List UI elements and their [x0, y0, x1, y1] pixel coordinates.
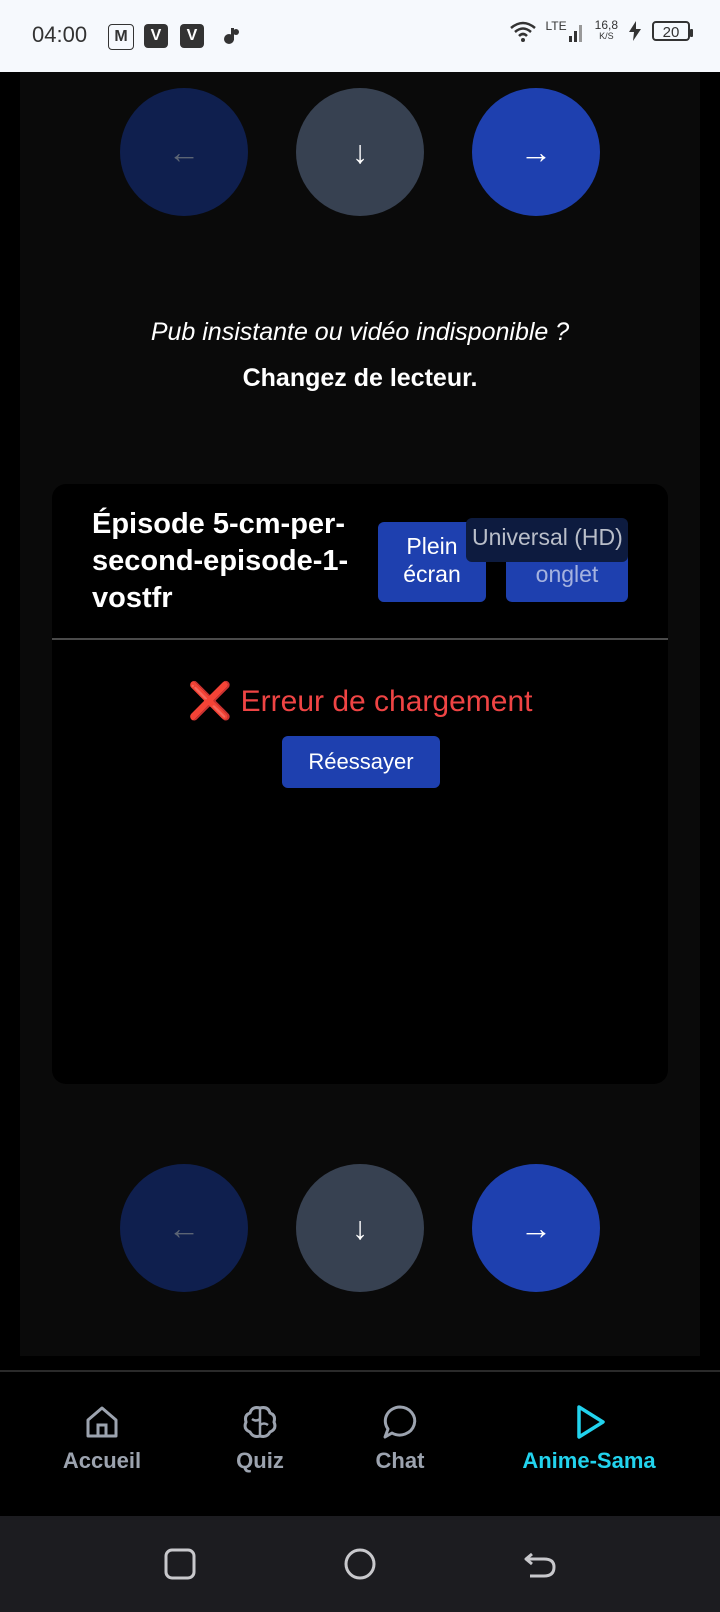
mail-notification-icon: M — [108, 24, 134, 50]
player-header: Épisode 5-cm-per-second-episode-1-vostfr… — [52, 484, 668, 640]
tab-accueil[interactable]: Accueil — [52, 1372, 152, 1518]
arrow-left-icon: ← — [168, 1209, 200, 1246]
video-player: Épisode 5-cm-per-second-episode-1-vostfr… — [52, 484, 668, 1084]
status-bar: 04:00 M V V LTE 16,8 K/S 20 — [0, 0, 720, 72]
net-speed-value: 16,8 — [594, 18, 618, 32]
brain-icon — [243, 1406, 277, 1438]
status-time: 04:00 — [32, 22, 88, 47]
episode-page: ← ↓ → Pub insistante ou vidéo indisponib… — [20, 72, 700, 1356]
home-icon — [86, 1406, 118, 1438]
wifi-icon — [509, 21, 536, 42]
download-button[interactable]: ↓ — [296, 88, 424, 216]
download-button-bottom[interactable]: ↓ — [296, 1164, 424, 1292]
arrow-left-icon: ← — [168, 133, 200, 170]
previous-episode-button-bottom[interactable]: ← — [120, 1164, 248, 1292]
retry-button[interactable]: Réessayer — [282, 736, 440, 788]
net-speed-unit: K/S — [599, 31, 614, 41]
bottom-tab-bar: Accueil Quiz Chat Anime-Sama — [0, 1370, 720, 1518]
home-circle-icon[interactable] — [342, 1546, 378, 1582]
episode-title: Épisode 5-cm-per-second-episode-1-vostfr — [92, 508, 349, 614]
previous-episode-button[interactable]: ← — [120, 88, 248, 216]
arrow-right-icon: → — [520, 133, 552, 170]
error-text: Erreur de chargement — [240, 685, 533, 718]
app-notification-icon-2: V — [180, 24, 204, 48]
play-icon — [577, 1405, 605, 1439]
load-error-message: ❌ Erreur de chargement — [52, 680, 668, 722]
system-nav-bar — [0, 1516, 720, 1612]
charging-icon — [629, 21, 641, 41]
app-notification-icon: V — [144, 24, 168, 48]
tiktok-icon — [224, 28, 239, 44]
arrow-down-icon: ↓ — [352, 133, 368, 170]
net-speed: 16,8 K/S — [594, 18, 618, 42]
arrow-down-icon: ↓ — [352, 1209, 368, 1246]
episode-nav-top: ← ↓ → — [20, 88, 700, 218]
signal-icon — [568, 25, 582, 42]
status-right: LTE 16,8 K/S 20 — [509, 18, 693, 42]
error-cross-icon: ❌ — [187, 680, 233, 721]
tab-label-quiz: Quiz — [236, 1448, 284, 1473]
episode-nav-bottom: ← ↓ → — [20, 1164, 700, 1294]
tab-label-chat: Chat — [375, 1448, 425, 1473]
player-hint-action: Changez de lecteur. — [242, 364, 478, 392]
tab-quiz[interactable]: Quiz — [218, 1372, 302, 1518]
arrow-right-icon: → — [520, 1209, 552, 1246]
signal-indicator: LTE — [546, 20, 585, 42]
tab-label-accueil: Accueil — [62, 1448, 142, 1473]
next-episode-button[interactable]: → — [472, 88, 600, 216]
network-type: LTE — [545, 19, 567, 33]
tab-label-anime-sama: Anime-Sama — [522, 1448, 656, 1473]
tab-anime-sama[interactable]: Anime-Sama — [514, 1372, 664, 1518]
next-episode-button-bottom[interactable]: → — [472, 1164, 600, 1292]
battery-level: 20 — [652, 21, 693, 41]
chat-bubble-icon — [383, 1405, 417, 1439]
server-select[interactable]: Universal (HD) — [466, 518, 628, 562]
back-icon[interactable] — [522, 1546, 558, 1582]
player-hint-question: Pub insistante ou vidéo indisponible ? — [150, 318, 570, 346]
recent-apps-icon[interactable] — [162, 1546, 198, 1582]
tab-chat[interactable]: Chat — [362, 1372, 438, 1518]
